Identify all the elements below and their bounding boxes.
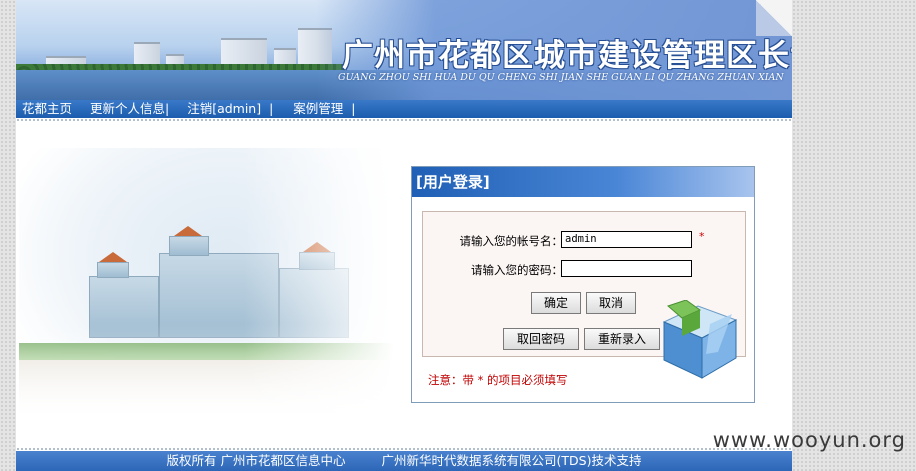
watermark-text: www.wooyun.org	[712, 428, 906, 452]
retrieve-password-button[interactable]: 取回密码	[503, 328, 579, 350]
site-title: 广州市花都区城市建设管理区长专线	[342, 38, 792, 74]
page-footer: 版权所有 广州市花都区信息中心 广州新华时代数据系统有限公司(TDS)技术支持	[16, 451, 792, 471]
username-required-mark: *	[699, 230, 705, 243]
password-input[interactable]	[561, 260, 692, 277]
footer-tech-support: 广州新华时代数据系统有限公司(TDS)技术支持	[381, 453, 642, 468]
government-building-image	[19, 148, 394, 418]
nav-separator: |	[351, 101, 356, 116]
hero-fade-overlay	[19, 148, 394, 418]
password-label: 请输入您的密码：	[471, 263, 563, 277]
nav-home-link[interactable]: 花都主页	[22, 100, 72, 118]
nav-logout-link[interactable]: 注销[admin]	[187, 100, 261, 118]
required-fields-note: 注意：带 * 的项目必须填写	[428, 373, 568, 387]
cancel-button[interactable]: 取消	[586, 292, 636, 314]
login-panel-title: [用户登录]	[412, 167, 754, 197]
nav-dotted-divider	[16, 118, 792, 122]
nav-separator: |	[165, 101, 170, 116]
nav-case-management-link[interactable]: 案例管理	[293, 100, 343, 118]
page-container: 广州市花都区城市建设管理区长专线 GUANG ZHOU SHI HUA DU Q…	[16, 0, 792, 471]
footer-copyright: 版权所有 广州市花都区信息中心	[166, 453, 346, 468]
nav-separator: |	[269, 101, 274, 116]
site-banner: 广州市花都区城市建设管理区长专线 GUANG ZHOU SHI HUA DU Q…	[16, 0, 792, 100]
site-subtitle: GUANG ZHOU SHI HUA DU QU CHENG SHI JIAN …	[338, 72, 784, 83]
folder-icon	[662, 300, 738, 379]
top-nav: 花都主页 更新个人信息| 注销[admin] | 案例管理 |	[16, 100, 792, 118]
username-label: 请输入您的帐号名：	[459, 234, 564, 248]
username-input[interactable]: admin	[561, 231, 692, 248]
relogin-button[interactable]: 重新录入	[584, 328, 660, 350]
nav-update-profile-link[interactable]: 更新个人信息	[90, 100, 165, 118]
confirm-button[interactable]: 确定	[531, 292, 581, 314]
